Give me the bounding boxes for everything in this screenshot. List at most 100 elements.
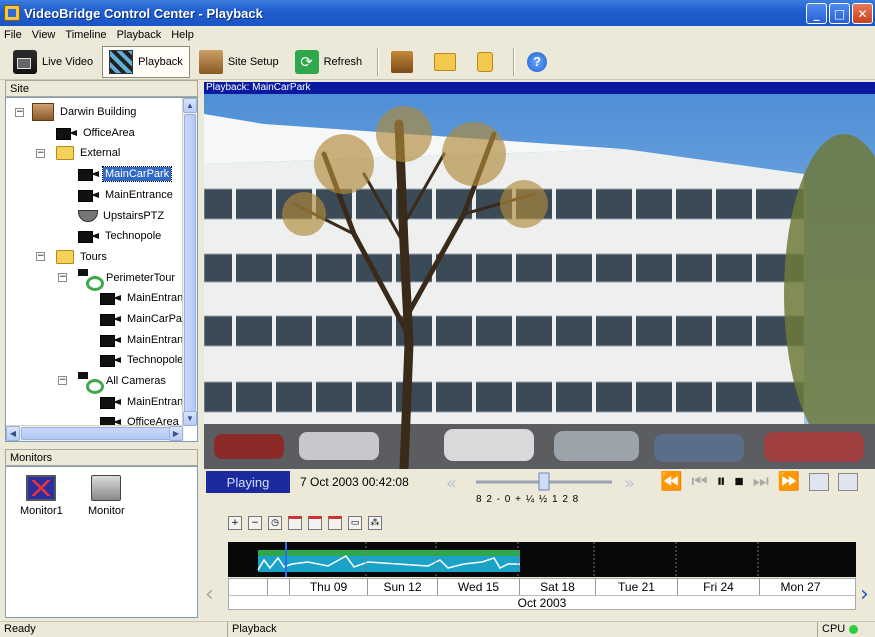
toolbar-separator (513, 47, 515, 76)
timeline-date-axis: Thu 09 Sun 12 Wed 15 Sat 18 Tue 21 Fri 2… (228, 578, 856, 610)
pause-button[interactable]: ⏸ (717, 473, 726, 491)
tree-item-tour-maincarpark[interactable]: MainCarPark (100, 310, 193, 328)
tree-item-darwin-building[interactable]: Darwin Building (32, 103, 138, 121)
maximize-button[interactable]: □ (829, 3, 850, 24)
menu-timeline[interactable]: Timeline (65, 29, 106, 41)
step-back-button[interactable]: ⏮ (691, 473, 707, 491)
date-cell: Sun 12 (367, 579, 437, 595)
monitor-label: Monitor1 (20, 505, 63, 517)
lock-button[interactable] (470, 46, 505, 78)
speed-slider-thumb[interactable] (538, 472, 550, 491)
folder-icon (56, 250, 74, 264)
timeline-scroll-right-icon[interactable]: › (860, 582, 869, 607)
tree-item-label: All Cameras (106, 375, 166, 387)
speed-slider[interactable]: « » (440, 471, 650, 495)
menu-view[interactable]: View (32, 29, 56, 41)
date-cell: Tue 21 (595, 579, 677, 595)
site-setup-button[interactable]: Site Setup (192, 46, 286, 78)
site-setup-label: Site Setup (227, 55, 279, 68)
ptz-camera-icon (78, 210, 98, 222)
fit-window-icon[interactable]: ▭ (348, 516, 362, 530)
collapse-all-cameras[interactable]: − (58, 376, 67, 385)
zoom-out-icon[interactable]: − (248, 516, 262, 530)
live-video-label: Live Video (42, 55, 94, 68)
window-icon[interactable] (308, 516, 322, 530)
title-bar[interactable]: VideoBridge Control Center - Playback _ … (0, 0, 875, 26)
timeline-scroll-left-icon[interactable]: ‹ (205, 582, 214, 607)
scroll-thumb[interactable] (184, 114, 196, 414)
monitor-item-monitor[interactable]: Monitor (88, 475, 125, 517)
tree-horizontal-scrollbar[interactable]: ◀ ▶ (6, 425, 184, 441)
camera-icon (100, 313, 122, 326)
tree-item-upstairsptz[interactable]: UpstairsPTZ (78, 207, 166, 225)
video-panel-title: Playback: MainCarPark (204, 82, 875, 94)
scroll-left-button[interactable]: ◀ (6, 426, 20, 441)
scroll-up-button[interactable]: ▲ (183, 98, 197, 113)
tree-vertical-scrollbar[interactable]: ▲ ▼ (182, 98, 197, 426)
app-icon (4, 5, 20, 21)
open-folder-button[interactable] (427, 46, 468, 78)
window-icon[interactable] (288, 516, 302, 530)
tree-item-perimetertour[interactable]: PerimeterTour (78, 269, 177, 291)
tree-item-tours[interactable]: Tours (56, 248, 109, 266)
open-folder-icon (434, 52, 457, 71)
monitor-item-monitor1[interactable]: Monitor1 (20, 475, 63, 517)
tree-item-maincarpark[interactable]: MainCarPark (78, 165, 173, 183)
scroll-thumb[interactable] (21, 427, 171, 440)
scroll-down-button[interactable]: ▼ (183, 411, 197, 426)
tree-item-mainentrance[interactable]: MainEntrance (78, 186, 175, 204)
speed-rewind-icon[interactable]: « (446, 473, 457, 494)
refresh-button[interactable]: ⟳ Refresh (288, 46, 370, 78)
transport-controls: ⏪ ⏮ ⏸ ⏹ ⏭ ⏩ (660, 471, 859, 493)
clock-icon[interactable]: ◷ (268, 516, 282, 530)
live-video-button[interactable]: Live Video (6, 46, 100, 78)
rewind-button[interactable]: ⏪ (660, 473, 682, 491)
menu-file[interactable]: File (4, 29, 22, 41)
tools-icon[interactable]: ⁂ (368, 516, 382, 530)
timeline-toolbar: + − ◷ ▭ ⁂ (228, 516, 382, 530)
cpu-label: CPU (822, 623, 846, 635)
help-button[interactable]: ? (520, 46, 559, 78)
activity-timeline[interactable] (228, 542, 856, 577)
tour-icon (78, 372, 104, 394)
video-monitor-icon (91, 475, 122, 501)
collapse-tours[interactable]: − (36, 252, 45, 261)
tree-item-external[interactable]: External (56, 144, 122, 162)
step-forward-button[interactable]: ⏭ (753, 473, 769, 491)
toolbar-separator (377, 47, 379, 76)
tree-item-officearea[interactable]: OfficeArea (56, 124, 137, 142)
collapse-external[interactable]: − (36, 149, 45, 158)
menu-help[interactable]: Help (171, 29, 194, 41)
fast-forward-button[interactable]: ⏩ (778, 473, 800, 491)
collapse-perimeter-tour[interactable]: − (58, 273, 67, 282)
book-button[interactable] (384, 46, 425, 78)
date-cell (267, 579, 289, 595)
camera-icon (78, 230, 100, 243)
tree-item-all-cameras[interactable]: All Cameras (78, 372, 168, 394)
snapshot-camera-icon[interactable] (809, 473, 830, 491)
zoom-in-icon[interactable]: + (228, 516, 242, 530)
film-reel-icon (109, 49, 134, 74)
stop-button[interactable]: ⏹ (735, 473, 744, 491)
collapse-darwin-building[interactable]: − (15, 108, 24, 117)
minimize-button[interactable]: _ (806, 3, 827, 24)
date-cell: Wed 15 (437, 579, 519, 595)
tree-item-tour-technopole[interactable]: Technopole (100, 351, 185, 369)
playback-button[interactable]: Playback (102, 45, 190, 78)
speed-scale-labels: 8 2 - 0 + ¼ ½ 1 2 8 (476, 494, 580, 505)
video-frame[interactable] (204, 94, 875, 469)
building-icon (32, 103, 54, 121)
monitor-label: Monitor (88, 505, 125, 517)
menu-playback[interactable]: Playback (117, 29, 162, 41)
window-icon[interactable] (328, 516, 342, 530)
save-clip-icon[interactable] (838, 473, 859, 491)
tree-item-label-selected: MainCarPark (101, 166, 173, 182)
playback-timestamp: 7 Oct 2003 00:42:08 (300, 475, 409, 489)
date-cell: Mon 27 (759, 579, 841, 595)
close-button[interactable]: ✕ (852, 3, 873, 24)
speed-forward-icon[interactable]: » (624, 473, 635, 494)
folder-icon (56, 146, 74, 160)
tree-item-technopole[interactable]: Technopole (78, 227, 163, 245)
scroll-right-button[interactable]: ▶ (169, 426, 183, 441)
site-panel-header: Site (5, 80, 198, 97)
